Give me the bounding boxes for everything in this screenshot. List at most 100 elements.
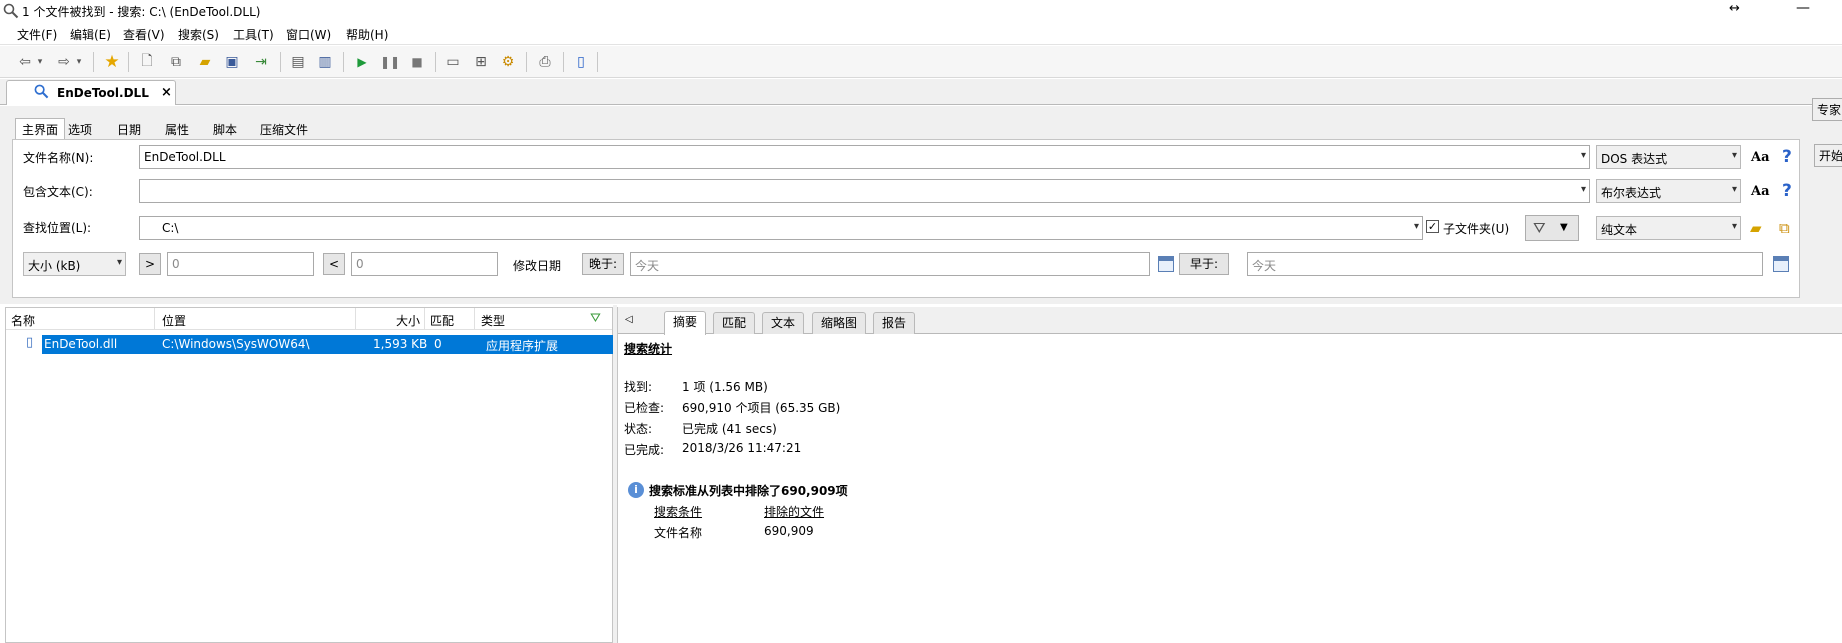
start-search-icon[interactable]: ▶ [351,51,373,73]
tab-thumbnails[interactable]: 缩略图 [812,312,867,334]
menu-edit[interactable]: 编辑(E) [70,26,111,43]
back-arrow-icon[interactable]: ⇦ [14,51,36,73]
chevron-down-icon[interactable]: ▾ [1732,184,1737,195]
column-separator[interactable] [424,308,425,330]
pause-icon[interactable]: ❚❚ [379,51,401,73]
tab-archive[interactable]: 压缩文件 [253,118,315,140]
chevron-down-icon[interactable]: ▾ [1581,150,1586,161]
document-tab[interactable]: EnDeTool.DLL × [6,80,176,105]
chevron-down-icon[interactable]: ▾ [117,257,122,268]
help-icon[interactable]: ? [1782,147,1792,167]
tab-date[interactable]: 日期 [110,118,148,140]
contains-mode-select[interactable]: 布尔表达式 ▾ [1596,179,1741,203]
filter-button[interactable]: ⛛ ▼ [1525,215,1579,241]
size-unit-select[interactable]: 大小 (kB) ▾ [23,252,126,276]
stop-icon[interactable]: ■ [406,51,428,73]
window-grid-icon[interactable]: ⊞ [470,51,492,73]
report-icon[interactable]: ▥ [314,51,336,73]
favorite-star-icon[interactable]: ★ [101,51,123,73]
browse-folder-icon[interactable]: ▰ [1750,219,1762,237]
location-label: 查找位置(L): [23,221,92,235]
scroll-left-icon[interactable]: ◁ [625,314,633,325]
column-separator[interactable] [474,308,475,330]
after-button[interactable]: 晚于: [582,253,624,275]
help-icon[interactable]: ? [1782,181,1792,201]
expert-button[interactable]: 专家 [1812,98,1842,121]
help-book-icon[interactable]: ▯ [570,51,592,73]
calendar-icon[interactable] [1773,256,1789,272]
page-icon[interactable]: ▤ [287,51,309,73]
column-match[interactable]: 匹配 [430,312,454,329]
tab-matches[interactable]: 匹配 [713,312,756,334]
before-date-value: 今天 [1252,259,1277,273]
resize-icon[interactable]: ↔ [1729,1,1740,16]
column-size[interactable]: 大小 [396,312,420,329]
open-folder-icon[interactable]: ▰ [194,51,216,73]
chevron-down-icon[interactable]: ▾ [1414,221,1419,232]
max-size-input[interactable]: 0 [351,252,498,276]
checked-label: 已检查: [624,401,665,415]
minimize-icon[interactable]: — [1796,0,1810,16]
before-date-input[interactable]: 今天 [1247,252,1763,276]
location-mode-select[interactable]: 纯文本 ▾ [1596,216,1741,240]
print-icon[interactable]: ⎙ [534,51,556,73]
tab-attributes[interactable]: 属性 [158,118,196,140]
subfolders-label[interactable]: 子文件夹(U) [1443,220,1509,237]
settings-page-icon[interactable]: ⚙ [497,51,519,73]
tab-main[interactable]: 主界面 [15,118,66,140]
filter-add-icon[interactable]: ⛛ [590,311,601,326]
before-button[interactable]: 早于: [1179,253,1229,275]
subfolders-checkbox[interactable]: ✓ [1426,220,1439,233]
row-size: 1,593 KB [373,337,428,351]
column-location[interactable]: 位置 [162,312,186,329]
menu-tools[interactable]: 工具(T) [233,26,274,43]
modified-date-label: 修改日期 [513,259,562,273]
chevron-down-icon[interactable]: ▾ [1732,221,1737,232]
match-case-icon[interactable]: Aa [1751,150,1770,165]
menu-window[interactable]: 窗口(W) [286,26,331,43]
column-separator[interactable] [154,308,155,330]
found-value: 1 项 (1.56 MB) [682,380,768,394]
export-icon[interactable]: ⇥ [250,51,272,73]
copy-document-icon[interactable]: ⧉ [165,51,187,73]
tab-options[interactable]: 选项 [61,118,99,140]
menu-view[interactable]: 查看(V) [123,26,165,43]
tab-report[interactable]: 报告 [873,312,916,334]
filename-input[interactable]: EnDeTool.DLL ▾ [139,145,1590,169]
toolbar-separator [563,52,564,72]
forward-arrow-icon[interactable]: ⇨ [53,51,75,73]
tab-script[interactable]: 脚本 [206,118,244,140]
new-document-icon[interactable]: 🗋 [136,51,158,73]
forward-dropdown-icon[interactable]: ▾ [73,51,85,73]
tab-text[interactable]: 文本 [762,312,805,334]
column-type[interactable]: 类型 [481,312,505,329]
menu-help[interactable]: 帮助(H) [346,26,388,43]
location-input[interactable]: C:\ ▾ [139,216,1423,240]
after-date-input[interactable]: 今天 [630,252,1150,276]
search-app-icon [3,3,19,19]
tab-summary[interactable]: 摘要 [664,311,707,335]
chevron-down-icon[interactable]: ▾ [1581,184,1586,195]
contains-text-input[interactable]: ▾ [139,179,1590,203]
menu-file[interactable]: 文件(F) [17,26,57,43]
greater-than-button[interactable]: > [139,253,161,275]
back-dropdown-icon[interactable]: ▾ [34,51,46,73]
match-case-icon[interactable]: Aa [1751,184,1770,199]
chevron-down-icon[interactable]: ▾ [1732,150,1737,161]
start-button[interactable]: 开始 [1814,144,1842,167]
menu-search[interactable]: 搜索(S) [178,26,219,43]
filename-mode-select[interactable]: DOS 表达式 ▾ [1596,145,1741,169]
row-match: 0 [434,337,442,351]
close-icon[interactable]: × [161,85,172,100]
column-separator[interactable] [355,308,356,330]
table-row[interactable]: EnDeTool.dll C:\Windows\SysWOW64\ 1,593 … [42,335,618,354]
save-icon[interactable]: ▣ [221,51,243,73]
column-name[interactable]: 名称 [11,312,35,329]
criteria-column-header: 搜索条件 [654,505,703,519]
window-list-icon[interactable]: ▭ [442,51,464,73]
calendar-icon[interactable] [1158,256,1174,272]
row-location: C:\Windows\SysWOW64\ [162,337,310,351]
folder-options-icon[interactable]: ⧉ [1779,219,1790,237]
less-than-button[interactable]: < [323,253,345,275]
min-size-input[interactable]: 0 [167,252,314,276]
